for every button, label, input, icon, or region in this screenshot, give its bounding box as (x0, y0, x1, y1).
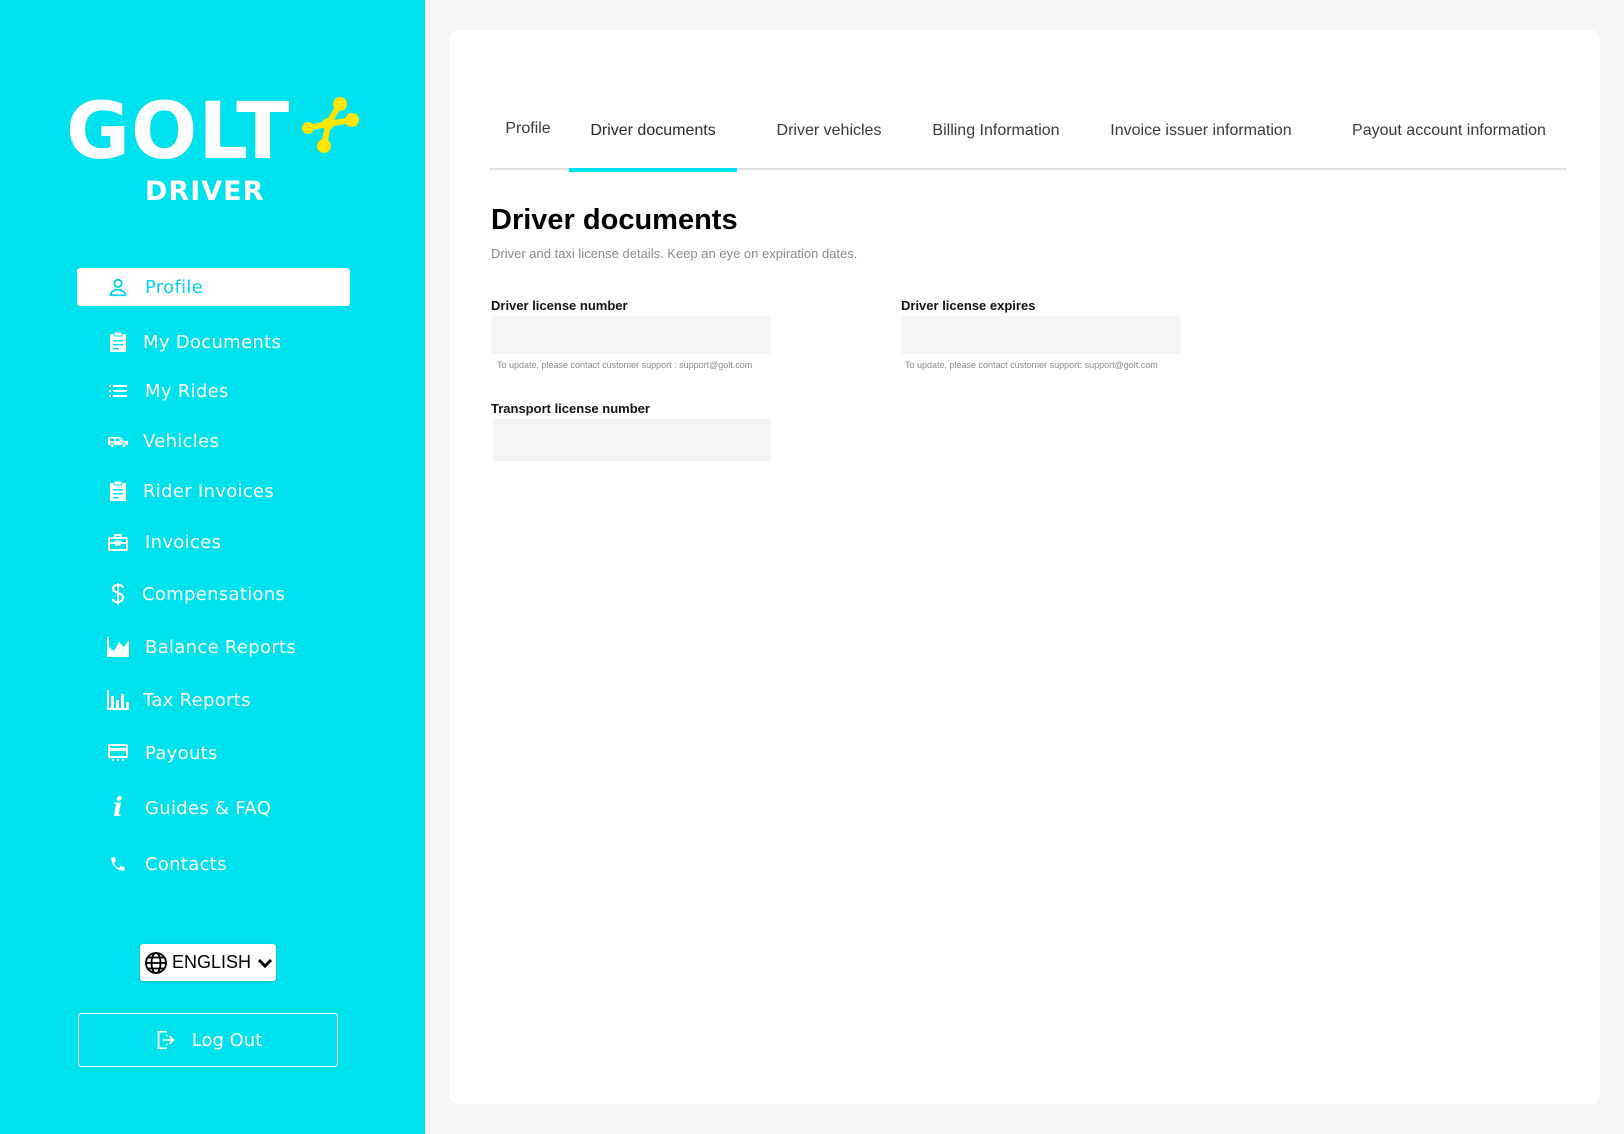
sidebar-item-label: Payouts (145, 742, 218, 764)
language-selector[interactable]: ENGLISH (140, 944, 276, 981)
sidebar-item-invoices[interactable]: Invoices (77, 523, 350, 561)
briefcase-icon (107, 531, 129, 553)
sidebar-item-label: My Documents (143, 331, 282, 353)
area-chart-icon (107, 636, 129, 658)
logo-text: GOLT (66, 87, 291, 177)
list-icon (107, 380, 129, 402)
transport-license-number-label: Transport license number (491, 401, 650, 416)
tab-bar: Profile Driver documents Driver vehicles… (489, 90, 1567, 172)
sidebar-item-guides-faq[interactable]: i Guides & FAQ (77, 789, 350, 827)
tab-billing-information[interactable]: Billing Information (915, 92, 1077, 170)
tab-invoice-issuer-information[interactable]: Invoice issuer information (1101, 92, 1301, 170)
transport-license-number-field[interactable] (493, 419, 771, 461)
sidebar-item-profile[interactable]: Profile (77, 268, 350, 306)
sidebar-item-contacts[interactable]: Contacts (77, 845, 350, 883)
language-label: ENGLISH (172, 952, 252, 972)
sidebar-item-label: Tax Reports (143, 689, 251, 711)
bar-chart-icon (107, 689, 129, 711)
tab-label: Invoice issuer information (1110, 122, 1292, 139)
driver-license-number-label: Driver license number (491, 298, 628, 313)
van-icon (107, 430, 129, 452)
logo-mark-icon (302, 97, 359, 153)
tab-label: Driver documents (590, 122, 716, 139)
tab-label: Billing Information (932, 122, 1060, 139)
tab-label: Driver vehicles (776, 122, 882, 139)
sidebar-item-label: Invoices (145, 531, 222, 553)
phone-icon (107, 853, 129, 875)
info-icon: i (113, 793, 123, 823)
logout-label: Log Out (191, 1029, 263, 1051)
globe-icon (145, 951, 167, 974)
dollar-icon (107, 583, 129, 605)
sidebar-item-my-rides[interactable]: My Rides (77, 372, 350, 410)
tab-driver-vehicles[interactable]: Driver vehicles (759, 92, 899, 170)
logo: GOLT DRIVER (66, 92, 366, 212)
logout-button[interactable]: Log Out (78, 1013, 338, 1067)
tab-label: Payout account information (1352, 122, 1546, 139)
content-card: Profile Driver documents Driver vehicles… (449, 30, 1600, 1104)
sidebar-item-payouts[interactable]: Payouts (77, 734, 350, 772)
chevron-down-icon (257, 958, 273, 968)
sidebar-item-label: Guides & FAQ (145, 797, 272, 819)
driver-license-expires-hint: To update, please contact customer suppo… (905, 360, 1158, 370)
sidebar-item-balance-reports[interactable]: Balance Reports (77, 628, 350, 666)
logo-subtitle: DRIVER (145, 176, 265, 207)
driver-license-expires-label: Driver license expires (901, 298, 1036, 313)
sidebar-item-label: Vehicles (143, 430, 220, 452)
sidebar-item-compensations[interactable]: Compensations (77, 575, 350, 613)
logout-icon (157, 1030, 175, 1050)
clipboard-icon (107, 480, 129, 502)
sidebar-item-label: My Rides (145, 380, 229, 402)
clipboard-icon (107, 331, 129, 353)
page-title: Driver documents (491, 204, 738, 236)
page-subtitle: Driver and taxi license details. Keep an… (491, 246, 858, 261)
tab-payout-account-information[interactable]: Payout account information (1341, 92, 1557, 170)
sidebar: GOLT DRIVER Profile My Documents My Ride… (0, 0, 425, 1134)
sidebar-item-vehicles[interactable]: Vehicles (77, 422, 350, 460)
card-icon (107, 742, 129, 764)
sidebar-item-my-documents[interactable]: My Documents (77, 323, 350, 361)
tab-profile[interactable]: Profile (489, 90, 567, 168)
tab-label: Profile (505, 120, 551, 137)
tab-driver-documents[interactable]: Driver documents (569, 92, 737, 172)
sidebar-item-rider-invoices[interactable]: Rider Invoices (77, 472, 350, 510)
driver-license-number-hint: To update, please contact customer suppo… (497, 360, 753, 370)
sidebar-item-label: Contacts (145, 853, 227, 875)
sidebar-item-label: Balance Reports (145, 636, 297, 658)
sidebar-item-tax-reports[interactable]: Tax Reports (77, 681, 350, 719)
person-icon (107, 276, 129, 298)
sidebar-item-label: Rider Invoices (143, 480, 275, 502)
driver-license-number-field[interactable] (491, 316, 771, 354)
driver-license-expires-field[interactable] (901, 316, 1181, 354)
sidebar-item-label: Compensations (142, 583, 286, 605)
sidebar-item-label: Profile (145, 276, 204, 298)
